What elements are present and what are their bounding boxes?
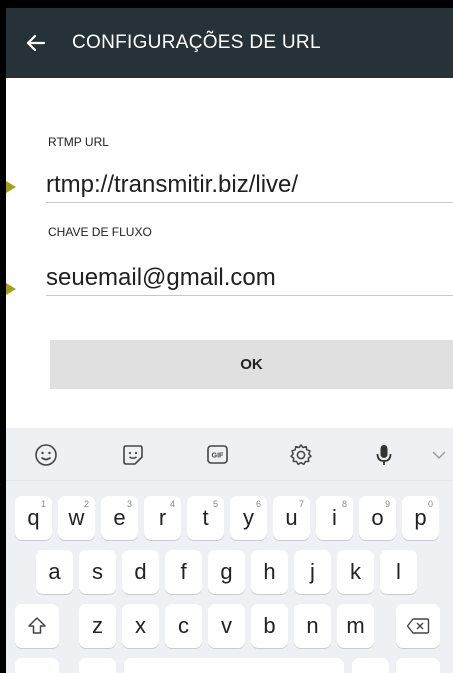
- pointer-arrow-rtmp: [6, 181, 16, 193]
- key-c[interactable]: c: [165, 604, 202, 648]
- gif-icon[interactable]: GIF: [205, 442, 231, 468]
- key-label: u: [285, 505, 298, 530]
- key-i[interactable]: 8i: [316, 496, 353, 540]
- stream-key-label: CHAVE DE FLUXO: [48, 225, 152, 239]
- key-x[interactable]: x: [122, 604, 159, 648]
- key-f[interactable]: f: [165, 550, 202, 594]
- comma-key[interactable]: [79, 658, 116, 673]
- microphone-icon[interactable]: [371, 442, 397, 468]
- keyboard: GIF 1q 2w 3e 4r 5t 6y 7u 8i 9o 0p a s d …: [6, 428, 453, 673]
- arrow-left-icon: [26, 34, 46, 52]
- key-label: j: [310, 559, 315, 584]
- key-label: v: [221, 613, 232, 638]
- gif-icon-text: GIF: [212, 453, 224, 460]
- key-p[interactable]: 0p: [402, 496, 439, 540]
- key-label: b: [263, 613, 276, 638]
- key-t[interactable]: 5t: [187, 496, 224, 540]
- key-hint: 6: [255, 499, 261, 509]
- key-d[interactable]: d: [122, 550, 159, 594]
- key-label: t: [202, 505, 209, 530]
- key-b[interactable]: b: [251, 604, 288, 648]
- key-label: f: [180, 559, 187, 584]
- key-l[interactable]: l: [380, 550, 417, 594]
- key-u[interactable]: 7u: [273, 496, 310, 540]
- key-label: e: [113, 505, 126, 530]
- shift-icon: [28, 617, 46, 634]
- key-label: i: [332, 505, 337, 530]
- key-label: k: [350, 559, 361, 584]
- keyboard-toolbar: GIF: [6, 428, 453, 481]
- rtmp-url-label: RTMP URL: [48, 135, 109, 149]
- key-h[interactable]: h: [251, 550, 288, 594]
- key-label: y: [243, 505, 254, 530]
- key-label: z: [92, 613, 103, 638]
- pointer-arrow-key: [6, 283, 16, 295]
- period-key[interactable]: [352, 658, 389, 673]
- rtmp-url-input[interactable]: [46, 168, 453, 203]
- key-hint: 1: [40, 499, 46, 509]
- key-label: g: [220, 559, 233, 584]
- key-a[interactable]: a: [36, 550, 73, 594]
- key-hint: 9: [384, 499, 390, 509]
- key-k[interactable]: k: [337, 550, 374, 594]
- key-label: p: [414, 505, 427, 530]
- key-z[interactable]: z: [79, 604, 116, 648]
- ok-button[interactable]: OK: [50, 340, 453, 389]
- key-v[interactable]: v: [208, 604, 245, 648]
- stream-key-input[interactable]: [46, 261, 453, 296]
- key-label: o: [371, 505, 384, 530]
- key-r[interactable]: 4r: [144, 496, 181, 540]
- enter-key[interactable]: [396, 658, 440, 673]
- backspace-icon: [406, 618, 430, 634]
- emoji-icon[interactable]: [33, 442, 59, 468]
- sticker-icon[interactable]: [120, 442, 146, 468]
- key-o[interactable]: 9o: [359, 496, 396, 540]
- key-e[interactable]: 3e: [101, 496, 138, 540]
- key-y[interactable]: 6y: [230, 496, 267, 540]
- shift-key[interactable]: [15, 604, 59, 648]
- key-m[interactable]: m: [337, 604, 374, 648]
- key-g[interactable]: g: [208, 550, 245, 594]
- key-label: q: [27, 505, 40, 530]
- key-s[interactable]: s: [79, 550, 116, 594]
- key-label: h: [263, 559, 276, 584]
- key-hint: 2: [83, 499, 89, 509]
- key-hint: 3: [126, 499, 132, 509]
- key-hint: 4: [169, 499, 175, 509]
- key-hint: 7: [298, 499, 304, 509]
- symbols-key[interactable]: [15, 658, 59, 673]
- key-label: a: [48, 559, 61, 584]
- space-key[interactable]: [124, 658, 344, 673]
- key-label: d: [134, 559, 147, 584]
- key-label: w: [68, 505, 85, 530]
- key-q[interactable]: 1q: [15, 496, 52, 540]
- key-label: r: [158, 505, 167, 530]
- key-label: s: [92, 559, 103, 584]
- back-button[interactable]: [6, 8, 66, 78]
- app-bar: CONFIGURAÇÕES DE URL: [6, 8, 453, 78]
- key-label: l: [396, 559, 401, 584]
- key-label: x: [135, 613, 146, 638]
- screen: CONFIGURAÇÕES DE URL RTMP URL CHAVE DE F…: [6, 0, 453, 673]
- chevron-down-icon[interactable]: [426, 442, 452, 468]
- key-w[interactable]: 2w: [58, 496, 95, 540]
- key-label: m: [346, 613, 365, 638]
- key-j[interactable]: j: [294, 550, 331, 594]
- key-label: n: [306, 613, 319, 638]
- page-title: CONFIGURAÇÕES DE URL: [72, 32, 321, 53]
- settings-icon[interactable]: [288, 442, 314, 468]
- backspace-key[interactable]: [396, 604, 440, 648]
- key-label: c: [178, 613, 189, 638]
- key-hint: 0: [427, 499, 433, 509]
- key-hint: 8: [341, 499, 347, 509]
- key-hint: 5: [212, 499, 218, 509]
- key-n[interactable]: n: [294, 604, 331, 648]
- status-bar: [6, 0, 453, 8]
